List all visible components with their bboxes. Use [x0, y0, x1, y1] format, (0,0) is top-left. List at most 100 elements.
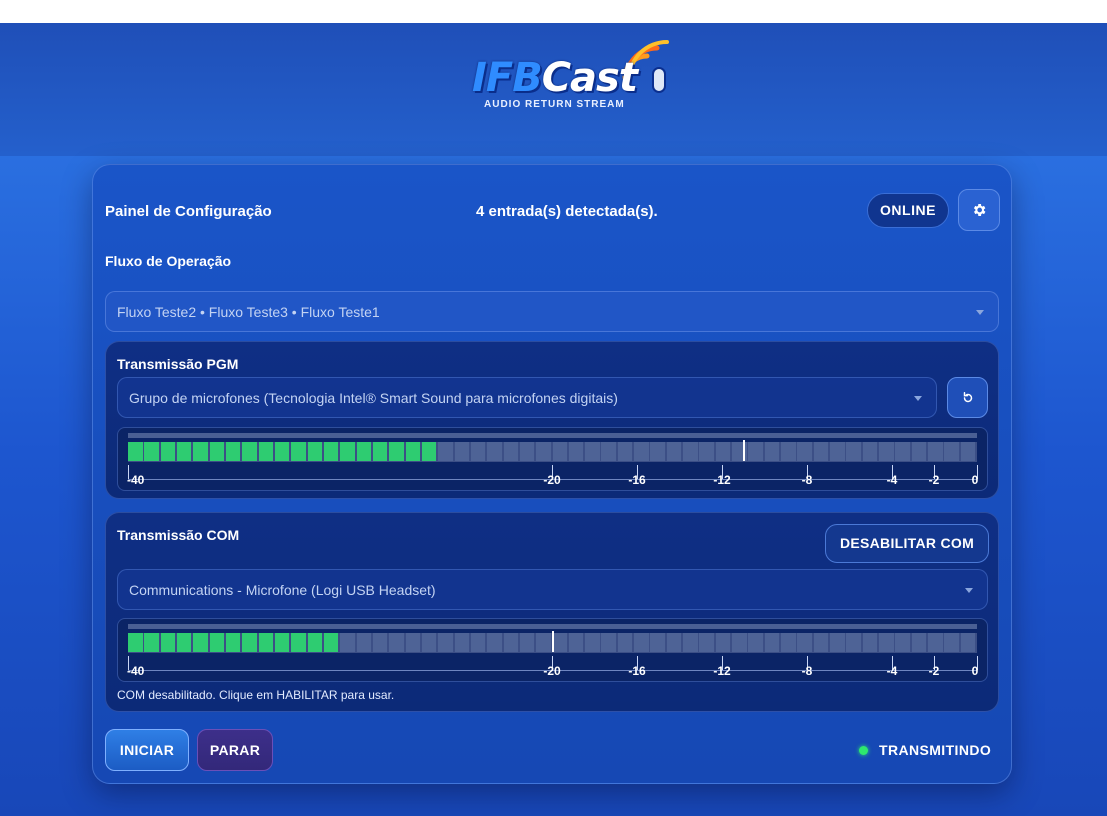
com-scale-label: -4 — [886, 664, 898, 678]
com-meter-segment — [209, 633, 225, 652]
pgm-meter-segment — [813, 442, 829, 461]
com-meter-segment — [307, 633, 323, 652]
pgm-meter-segment — [176, 442, 192, 461]
pgm-meter-segment — [617, 442, 633, 461]
com-meter-segment — [928, 633, 943, 652]
pgm-meter-segment — [748, 442, 763, 461]
pgm-meter-segment — [274, 442, 290, 461]
com-meter-segment — [683, 633, 698, 652]
com-meter-segment — [797, 633, 812, 652]
com-scale-label: -8 — [801, 664, 813, 678]
pgm-meter-segment — [519, 442, 535, 461]
pgm-peak-marker — [743, 440, 746, 461]
com-meter-segment — [160, 633, 176, 652]
com-meter-segment — [242, 633, 257, 652]
pgm-meter-segment — [470, 442, 486, 461]
com-meter-segment — [944, 633, 959, 652]
status-text: TRANSMITINDO — [879, 742, 992, 758]
settings-button[interactable] — [958, 189, 1000, 231]
com-meter-segment — [470, 633, 486, 652]
com-meter-segment — [781, 633, 796, 652]
pgm-meter-segment — [503, 442, 519, 461]
detected-inputs-text: 4 entrada(s) detectada(s). — [476, 203, 658, 220]
chevron-down-icon — [965, 587, 973, 593]
com-meter-segment — [225, 633, 241, 652]
pgm-meter-segment — [454, 442, 470, 461]
disable-com-button[interactable]: DESABILITAR COM — [825, 524, 989, 563]
com-meter-segment — [568, 633, 584, 652]
pgm-scale-label: -2 — [928, 473, 940, 487]
com-meter-segment — [438, 633, 453, 652]
pgm-meter-segment — [536, 442, 551, 461]
pgm-meter-segment — [830, 442, 845, 461]
com-meter-segment — [291, 633, 306, 652]
pgm-section: Transmissão PGM Grupo de microfones (Tec… — [105, 341, 999, 499]
com-meter-top-bar — [128, 624, 977, 629]
start-button[interactable]: INICIAR — [105, 729, 189, 771]
pgm-meter-segment — [438, 442, 453, 461]
pgm-meter-segment — [862, 442, 878, 461]
pgm-level-meter: -40 -20 -16 -12 -8 -4 -2 0 — [117, 427, 988, 491]
pgm-meter-segment — [895, 442, 910, 461]
pgm-meter-segment — [764, 442, 780, 461]
pgm-meter-segment — [209, 442, 225, 461]
com-device-select[interactable]: Communications - Microfone (Logi USB Hea… — [117, 569, 988, 610]
refresh-button[interactable] — [947, 377, 988, 418]
logo-tagline: AUDIO RETURN STREAM — [484, 99, 625, 110]
com-meter-segment — [193, 633, 208, 652]
com-meter-segment — [732, 633, 747, 652]
com-meter-segment — [176, 633, 192, 652]
com-meter-segment — [813, 633, 829, 652]
pgm-meter-segment — [911, 442, 927, 461]
com-device-value: Communications - Microfone (Logi USB Hea… — [129, 581, 436, 598]
com-meter-segment — [748, 633, 763, 652]
flow-select[interactable]: Fluxo Teste2 • Fluxo Teste3 • Fluxo Test… — [105, 291, 999, 332]
pgm-device-select[interactable]: Grupo de microfones (Tecnologia Intel® S… — [117, 377, 937, 418]
pgm-meter-segment — [634, 442, 649, 461]
com-meter-segment — [617, 633, 633, 652]
com-meter-segment — [323, 633, 339, 652]
com-meter-segment — [274, 633, 290, 652]
com-meter-segment — [372, 633, 388, 652]
com-section: Transmissão COM DESABILITAR COM Communic… — [105, 512, 999, 712]
ifbcast-logo: IFBCast AUDIO RETURN STREAM — [470, 38, 680, 118]
browser-top-strip — [0, 0, 1107, 23]
com-meter-segment — [585, 633, 600, 652]
com-title: Transmissão COM — [117, 527, 240, 543]
pgm-meter-segment — [225, 442, 241, 461]
transmission-status: TRANSMITINDO — [859, 742, 991, 758]
pgm-meter-segment — [405, 442, 421, 461]
pgm-meter-segment — [258, 442, 274, 461]
flow-select-value: Fluxo Teste2 • Fluxo Teste3 • Fluxo Test… — [117, 303, 380, 320]
com-scale-label: -12 — [713, 664, 731, 678]
refresh-icon — [963, 391, 972, 402]
com-meter-segment — [699, 633, 714, 652]
pgm-scale-label: -8 — [801, 473, 813, 487]
pgm-title: Transmissão PGM — [117, 356, 239, 372]
configuration-panel: Painel de Configuração 4 entrada(s) dete… — [92, 164, 1012, 784]
pgm-meter-segment — [601, 442, 616, 461]
online-status-badge: ONLINE — [867, 193, 949, 228]
com-scale-label: -20 — [543, 664, 561, 678]
pgm-meter-segment — [389, 442, 404, 461]
com-meter-segment — [128, 633, 143, 652]
pgm-meter-segment — [683, 442, 698, 461]
chevron-down-icon — [914, 395, 922, 401]
pgm-meter-segment — [128, 442, 143, 461]
com-meter-segment — [503, 633, 519, 652]
chevron-down-icon — [976, 309, 984, 315]
com-meter-segment — [421, 633, 437, 652]
com-meter-segment — [536, 633, 551, 652]
com-meter-segment — [830, 633, 845, 652]
stop-button[interactable]: PARAR — [197, 729, 273, 771]
com-meter-segment — [389, 633, 404, 652]
com-meter-segment — [601, 633, 616, 652]
com-scale-label: 0 — [971, 664, 979, 678]
pgm-scale-label: 0 — [971, 473, 979, 487]
pgm-meter-segment — [291, 442, 306, 461]
panel-title: Painel de Configuração — [105, 203, 272, 220]
pgm-meter-segment — [193, 442, 208, 461]
microphone-icon — [651, 67, 666, 93]
pgm-scale-label: -4 — [886, 473, 898, 487]
com-scale-label: -2 — [928, 664, 940, 678]
